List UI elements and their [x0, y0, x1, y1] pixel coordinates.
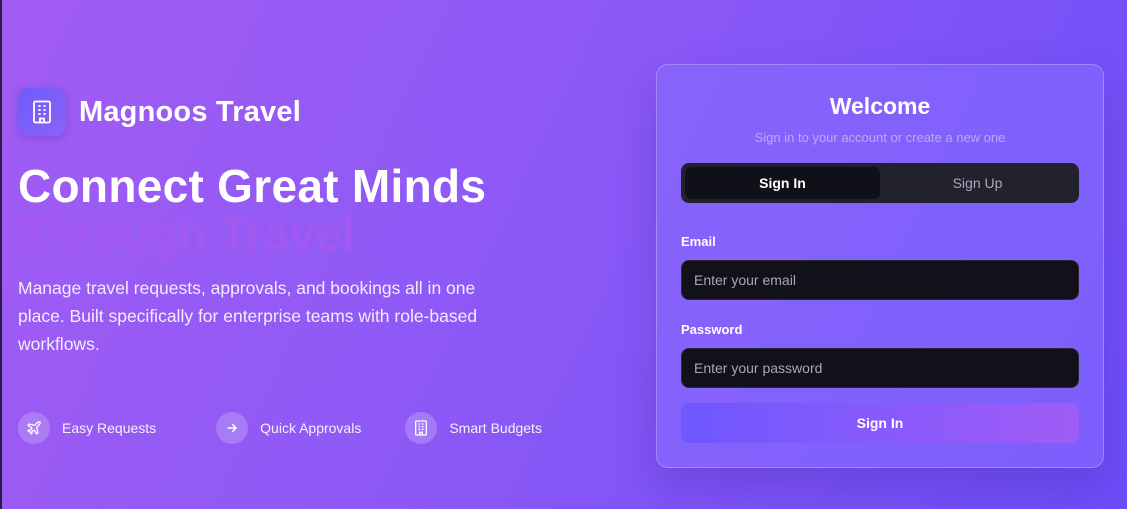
email-field[interactable] [681, 260, 1079, 300]
hero-description: Manage travel requests, approvals, and b… [18, 278, 478, 354]
feature-label: Easy Requests [62, 420, 157, 436]
window-edge [0, 0, 2, 509]
brand-name: Magnoos Travel [79, 95, 301, 128]
auth-card: Welcome Sign in to your account or creat… [656, 64, 1104, 468]
card-title: Welcome [829, 93, 931, 119]
building-icon [18, 88, 66, 136]
arrow-right-icon [216, 412, 249, 444]
brand: Magnoos Travel [18, 88, 301, 136]
feature-easy-requests: Easy Requests [18, 412, 156, 444]
card-subtitle: Sign in to your account or create a new … [754, 130, 1006, 145]
plane-icon [18, 412, 50, 444]
feature-label: Quick Approvals [260, 420, 362, 436]
feature-list: Easy Requests Quick Approvals Smart Budg… [18, 412, 570, 444]
sign-in-button[interactable]: Sign In [681, 403, 1079, 443]
password-label: Password [681, 322, 743, 337]
password-field[interactable] [681, 348, 1079, 388]
auth-tabs: Sign In Sign Up [681, 163, 1079, 203]
tab-sign-in[interactable]: Sign In [685, 167, 880, 199]
feature-smart-budgets: Smart Budgets [405, 412, 542, 444]
email-label: Email [681, 234, 716, 249]
hero-accent-title: Through Travel [18, 208, 355, 260]
tab-sign-up[interactable]: Sign Up [880, 167, 1075, 199]
hero-title: Connect Great Minds [18, 160, 487, 212]
feature-label: Smart Budgets [449, 420, 542, 436]
building-icon [405, 412, 438, 444]
feature-quick-approvals: Quick Approvals [216, 412, 361, 444]
